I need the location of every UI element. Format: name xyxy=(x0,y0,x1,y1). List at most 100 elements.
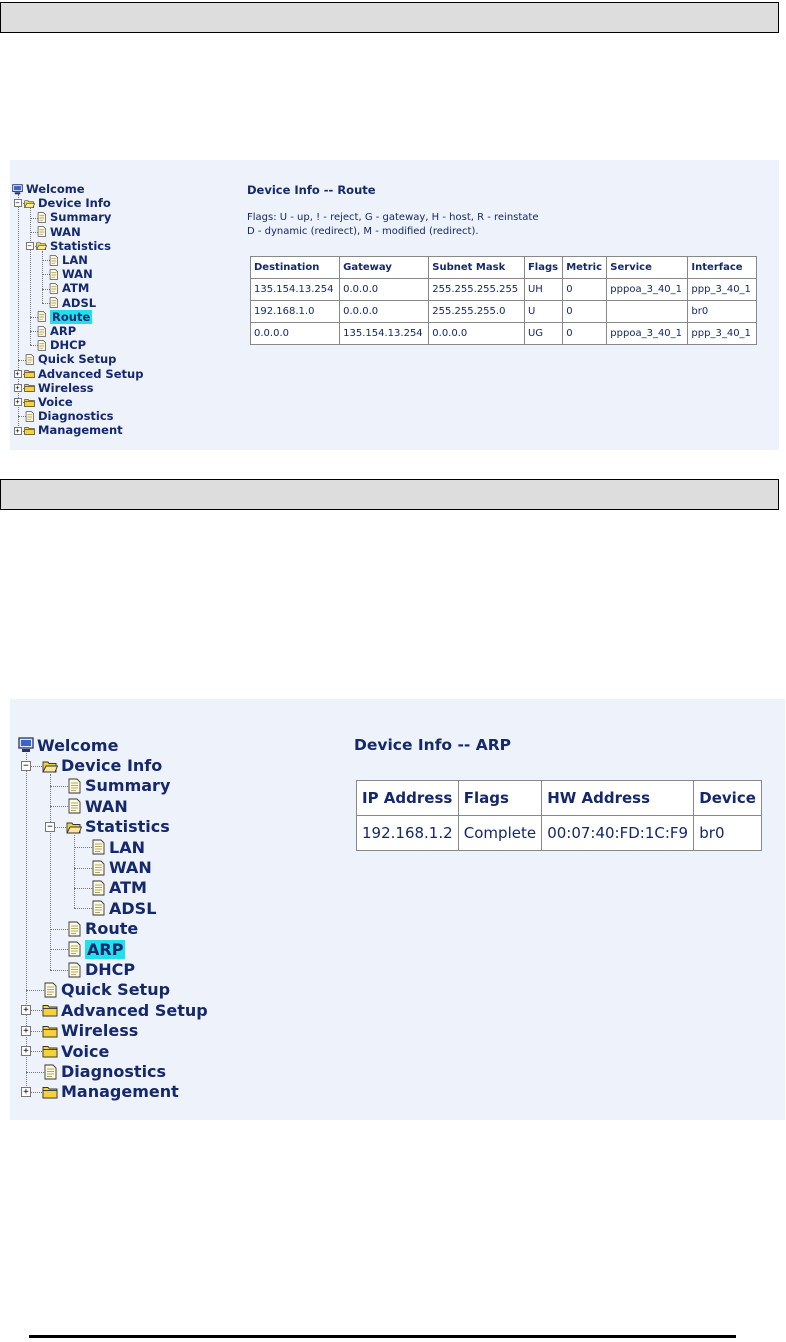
folder-closed-icon xyxy=(24,368,35,379)
tree-item-arp[interactable]: ARP xyxy=(66,939,126,959)
tree-item-management[interactable]: Management xyxy=(42,1082,179,1102)
document-icon xyxy=(24,354,35,365)
tree-item-arp[interactable]: ARP xyxy=(36,324,76,338)
table-cell-subnet-mask: 255.255.255.255 xyxy=(428,278,525,301)
document-icon xyxy=(48,269,59,280)
tree-item-quick-setup[interactable]: Quick Setup xyxy=(24,352,116,366)
tree-item-route[interactable]: Route xyxy=(36,309,93,324)
collapse-toggle[interactable]: − xyxy=(25,241,34,250)
tree-connector-line xyxy=(29,208,31,346)
tree-item-label: ADSL xyxy=(109,898,157,918)
tree-item-summary[interactable]: Summary xyxy=(66,776,170,796)
table-cell-flags: UH xyxy=(523,278,564,301)
tree-item-label: Route xyxy=(85,919,139,939)
tree-item-label: Quick Setup xyxy=(38,352,117,367)
column-header-interface: Interface xyxy=(687,256,757,279)
column-header-ip-address: IP Address xyxy=(356,780,459,816)
tree-item-device-info[interactable]: Device Info xyxy=(42,755,162,775)
expand-toggle[interactable]: + xyxy=(21,1087,31,1097)
document-icon xyxy=(48,254,59,266)
tree-item-wan[interactable]: WAN xyxy=(90,857,152,877)
table-cell-metric: 0 xyxy=(562,300,608,323)
tree-item-voice[interactable]: Voice xyxy=(24,395,73,409)
column-header-subnet-mask: Subnet Mask xyxy=(428,256,525,279)
document-icon xyxy=(36,212,47,223)
tree-item-wan[interactable]: WAN xyxy=(66,796,128,816)
document-icon xyxy=(90,900,106,916)
tree-item-welcome[interactable]: Welcome xyxy=(18,735,118,755)
collapse-toggle[interactable]: − xyxy=(45,821,55,832)
expand-toggle[interactable]: + xyxy=(21,1046,31,1057)
expand-toggle[interactable]: + xyxy=(21,1005,31,1016)
folder-closed-icon xyxy=(24,425,35,436)
tree-item-label: Statistics xyxy=(50,238,111,253)
arp-table: IP Address Flags HW Address Device 192.168.… xyxy=(356,780,762,851)
tree-item-management[interactable]: Management xyxy=(24,423,123,437)
route-screenshot-panel: Welcome Device Info − Summary WAN Statistics −… xyxy=(10,160,779,450)
tree-item-statistics[interactable]: Statistics xyxy=(36,239,111,253)
tree-item-voice[interactable]: Voice xyxy=(42,1041,109,1061)
collapse-toggle[interactable]: − xyxy=(13,199,22,208)
document-icon xyxy=(36,325,47,337)
tree-item-label: Statistics xyxy=(85,817,170,837)
tree-item-label: Summary xyxy=(85,776,171,796)
tree-item-dhcp[interactable]: DHCP xyxy=(36,338,86,352)
tree-item-wireless[interactable]: Wireless xyxy=(24,381,94,395)
table-cell-interface: ppp_3_40_1 xyxy=(687,322,757,345)
tree-item-atm[interactable]: ATM xyxy=(48,281,89,295)
tree-item-label: WAN xyxy=(50,224,81,239)
tree-item-label: ARP xyxy=(50,324,77,339)
table-cell-device: br0 xyxy=(693,815,762,851)
expand-toggle[interactable]: + xyxy=(13,426,22,435)
flags-legend-line-2: D - dynamic (redirect), M - modified (re… xyxy=(247,226,479,237)
tree-item-label: DHCP xyxy=(85,960,136,980)
tree-item-wan[interactable]: WAN xyxy=(48,267,93,281)
tree-item-atm[interactable]: ATM xyxy=(90,878,147,898)
tree-item-quick-setup[interactable]: Quick Setup xyxy=(42,980,170,1000)
expand-toggle[interactable]: + xyxy=(13,398,22,407)
tree-item-label: WAN xyxy=(109,858,152,878)
tree-item-welcome[interactable]: Welcome xyxy=(12,182,85,196)
tree-item-wireless[interactable]: Wireless xyxy=(42,1021,138,1041)
document-icon xyxy=(90,839,106,855)
tree-item-lan[interactable]: LAN xyxy=(90,837,145,857)
table-cell-gateway: 0.0.0.0 xyxy=(339,300,430,323)
tree-item-lan[interactable]: LAN xyxy=(48,253,88,267)
tree-item-label: Device Info xyxy=(38,196,111,211)
table-row: 192.168.1.2 Complete 00:07:40:FD:1C:F9 br0 xyxy=(356,815,762,851)
tree-item-summary[interactable]: Summary xyxy=(36,210,111,224)
tree-connector-line xyxy=(41,251,43,303)
table-cell-metric: 0 xyxy=(562,278,608,301)
expand-toggle[interactable]: + xyxy=(13,383,22,392)
tree-item-label: WAN xyxy=(85,796,128,816)
document-icon xyxy=(36,226,47,237)
tree-item-device-info[interactable]: Device Info xyxy=(24,196,111,210)
tree-item-advanced-setup[interactable]: Advanced Setup xyxy=(24,367,143,381)
tree-connector-line xyxy=(50,773,51,970)
tree-item-adsl[interactable]: ADSL xyxy=(90,898,156,918)
section-header-bar-top xyxy=(0,2,779,33)
tree-item-diagnostics[interactable]: Diagnostics xyxy=(42,1061,166,1081)
tree-item-label: Route xyxy=(50,309,93,324)
expand-toggle[interactable]: + xyxy=(21,1025,31,1036)
tree-item-route[interactable]: Route xyxy=(66,919,138,939)
folder-closed-icon xyxy=(42,1084,58,1100)
tree-item-advanced-setup[interactable]: Advanced Setup xyxy=(42,1000,208,1020)
tree-item-diagnostics[interactable]: Diagnostics xyxy=(24,409,114,423)
tree-item-label: Summary xyxy=(50,210,112,225)
document-icon xyxy=(48,297,59,308)
expand-toggle[interactable]: + xyxy=(13,369,22,378)
folder-closed-icon xyxy=(24,382,35,393)
document-icon xyxy=(42,1064,58,1080)
document-icon xyxy=(66,798,82,814)
table-cell-hw-address: 00:07:40:FD:1C:F9 xyxy=(541,815,695,851)
column-header-destination: Destination xyxy=(249,256,341,279)
tree-item-adsl[interactable]: ADSL xyxy=(48,296,96,310)
tree-item-statistics[interactable]: Statistics xyxy=(66,817,170,837)
tree-item-label: ADSL xyxy=(62,295,97,310)
section-header-bar-middle xyxy=(0,479,779,510)
tree-item-wan[interactable]: WAN xyxy=(36,225,81,239)
collapse-toggle[interactable]: − xyxy=(21,760,31,771)
document-icon xyxy=(66,962,82,978)
tree-item-dhcp[interactable]: DHCP xyxy=(66,959,135,979)
